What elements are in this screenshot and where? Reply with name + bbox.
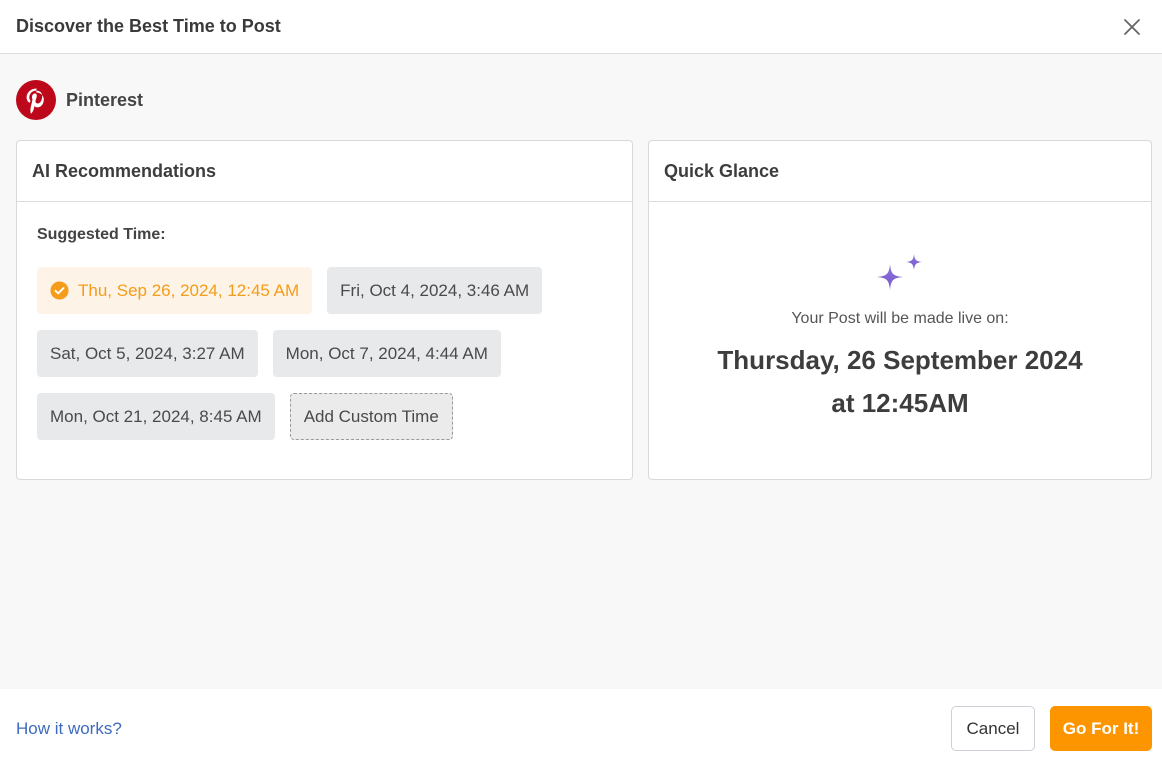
sparkles-icon — [877, 254, 922, 290]
add-custom-time-label: Add Custom Time — [303, 406, 439, 426]
close-button[interactable] — [1120, 15, 1144, 39]
time-slot-label: Mon, Oct 21, 2024, 8:45 AM — [50, 406, 262, 426]
how-it-works-link[interactable]: How it works? — [16, 719, 122, 739]
ai-recommendations-card: AI Recommendations Suggested Time: Thu, … — [16, 140, 633, 480]
add-custom-time-button[interactable]: Add Custom Time — [289, 393, 453, 440]
quick-glance-title: Quick Glance — [649, 141, 1151, 202]
time-slot[interactable]: Fri, Oct 4, 2024, 3:46 AM — [327, 267, 543, 314]
scheduled-date: Thursday, 26 September 2024 — [717, 345, 1083, 375]
time-slot-label: Thu, Sep 26, 2024, 12:45 AM — [78, 280, 300, 300]
quick-glance-card: Quick Glance Your Post will be made live… — [648, 140, 1152, 480]
close-icon — [1124, 18, 1140, 35]
go-for-it-button[interactable]: Go For It! — [1050, 706, 1152, 751]
time-slot-selected[interactable]: Thu, Sep 26, 2024, 12:45 AM — [37, 267, 313, 314]
live-on-label: Your Post will be made live on: — [791, 310, 1009, 327]
time-slot[interactable]: Mon, Oct 21, 2024, 8:45 AM — [37, 393, 275, 440]
time-slot[interactable]: Sat, Oct 5, 2024, 3:27 AM — [37, 330, 258, 377]
ai-recommendations-title: AI Recommendations — [17, 141, 632, 202]
scheduled-time: at 12:45AM — [831, 388, 969, 418]
suggested-time-label: Suggested Time: — [37, 226, 166, 243]
time-slot-label: Sat, Oct 5, 2024, 3:27 AM — [50, 343, 245, 363]
footer-actions: Cancel Go For It! — [951, 706, 1152, 751]
modal-title: Discover the Best Time to Post — [16, 16, 281, 36]
modal-header: Discover the Best Time to Post — [0, 0, 1162, 54]
quick-glance-body: Your Post will be made live on: Thursday… — [649, 203, 1151, 479]
time-slot-list: Thu, Sep 26, 2024, 12:45 AM Fri, Oct 4, … — [37, 267, 617, 440]
platform-name: Pinterest — [66, 89, 144, 110]
check-circle-icon — [50, 281, 69, 300]
modal-footer: How it works? Cancel Go For It! — [0, 689, 1162, 768]
time-slot[interactable]: Mon, Oct 7, 2024, 4:44 AM — [272, 330, 501, 377]
cancel-button[interactable]: Cancel — [951, 706, 1035, 751]
pinterest-logo-icon — [16, 80, 56, 120]
platform-indicator: Pinterest — [16, 80, 143, 120]
time-slot-label: Fri, Oct 4, 2024, 3:46 AM — [340, 280, 530, 300]
time-slot-label: Mon, Oct 7, 2024, 4:44 AM — [285, 343, 488, 363]
